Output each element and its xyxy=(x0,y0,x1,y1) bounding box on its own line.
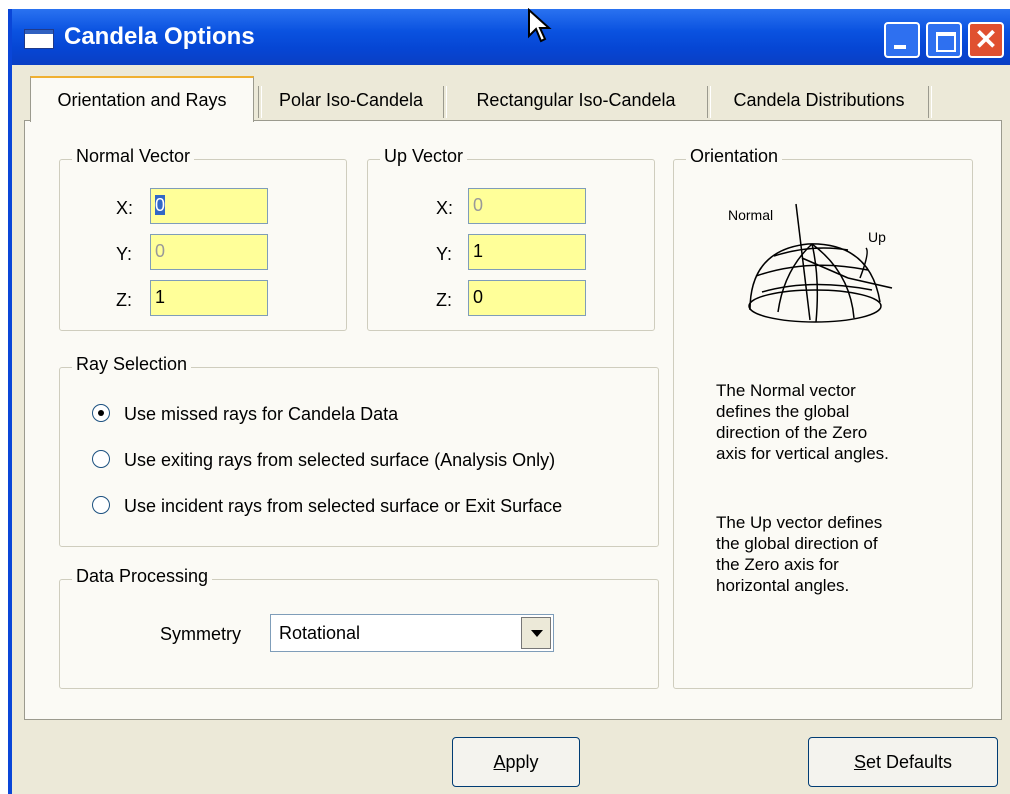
up-vector-title: Up Vector xyxy=(380,146,468,167)
chevron-down-icon[interactable] xyxy=(521,617,551,649)
radio-missed-rays[interactable]: Use missed rays for Candela Data xyxy=(92,404,398,425)
radio-button[interactable] xyxy=(92,404,110,423)
apply-mnemonic: A xyxy=(493,752,506,772)
data-processing-group: Data Processing Symmetry Rotational xyxy=(59,566,659,689)
minimize-button[interactable] xyxy=(884,22,920,58)
up-vector-group: Up Vector X: 0 Y: 1 Z: 0 xyxy=(367,146,655,331)
up-x-label: X: xyxy=(436,198,454,218)
symmetry-dropdown[interactable]: Rotational xyxy=(270,614,554,652)
radio-button[interactable] xyxy=(92,450,110,469)
tab-candela-distributions[interactable]: Candela Distributions xyxy=(712,80,926,120)
up-z-field[interactable]: 0 xyxy=(468,280,586,316)
normal-z-label: Z: xyxy=(116,290,132,310)
symmetry-label: Symmetry xyxy=(160,624,241,644)
title-bar[interactable]: Candela Options ✕ xyxy=(12,9,1010,65)
mouse-cursor-icon xyxy=(528,8,552,43)
maximize-button[interactable] xyxy=(926,22,962,58)
tab-rectangular-iso-candela[interactable]: Rectangular Iso-Candela xyxy=(448,80,704,120)
normal-x-field[interactable]: 0 xyxy=(150,188,268,224)
up-y-label: Y: xyxy=(436,244,453,264)
ray-selection-title: Ray Selection xyxy=(72,354,192,375)
radio-label: Use missed rays for Candela Data xyxy=(124,404,399,424)
radio-label: Use exiting rays from selected surface (… xyxy=(124,450,556,470)
normal-y-field[interactable]: 0 xyxy=(150,234,268,270)
tab-separator xyxy=(928,86,932,118)
diagram-up-label: Up xyxy=(868,229,886,245)
radio-exiting-rays[interactable]: Use exiting rays from selected surface (… xyxy=(92,450,555,471)
window-title: Candela Options xyxy=(64,23,255,50)
orientation-title: Orientation xyxy=(686,146,783,167)
normal-y-label: Y: xyxy=(116,244,133,264)
apply-button[interactable]: Apply xyxy=(452,737,580,787)
orientation-diagram-icon: Normal Up xyxy=(728,203,893,323)
normal-x-label: X: xyxy=(116,198,134,218)
radio-button[interactable] xyxy=(92,496,110,515)
normal-vector-description: The Normal vector defines the global dir… xyxy=(716,381,889,463)
radio-label: Use incident rays from selected surface … xyxy=(124,496,563,516)
data-processing-title: Data Processing xyxy=(72,566,213,587)
normal-vector-title: Normal Vector xyxy=(72,146,195,167)
defaults-mnemonic: S xyxy=(853,752,866,772)
set-defaults-button[interactable]: Set Defaults xyxy=(808,737,998,787)
normal-vector-group: Normal Vector X: 0 Y: 0 Z: 1 xyxy=(59,146,347,331)
tab-polar-iso-candela[interactable]: Polar Iso-Candela xyxy=(262,80,440,120)
normal-z-field[interactable]: 1 xyxy=(150,280,268,316)
symmetry-value: Rotational xyxy=(279,623,361,643)
radio-incident-rays[interactable]: Use incident rays from selected surface … xyxy=(92,496,562,517)
orientation-group: Orientation Normal Up The Normal vector … xyxy=(673,146,973,689)
tab-separator xyxy=(707,86,711,118)
up-x-field[interactable]: 0 xyxy=(468,188,586,224)
diagram-normal-label: Normal xyxy=(728,207,773,223)
normal-x-value: 0 xyxy=(155,195,166,215)
defaults-label: et Defaults xyxy=(865,752,953,772)
tab-orientation-and-rays[interactable]: Orientation and Rays xyxy=(30,76,254,122)
tab-panel: Normal Vector X: 0 Y: 0 Z: 1 Up Vector X… xyxy=(24,120,1002,720)
tab-separator xyxy=(443,86,447,118)
up-z-label: Z: xyxy=(436,290,452,310)
ray-selection-group: Ray Selection Use missed rays for Candel… xyxy=(59,354,659,547)
apply-label: pply xyxy=(505,752,539,772)
close-button[interactable]: ✕ xyxy=(968,22,1004,58)
up-vector-description: The Up vector defines the global directi… xyxy=(716,513,883,595)
up-y-field[interactable]: 1 xyxy=(468,234,586,270)
window-icon xyxy=(24,29,54,49)
